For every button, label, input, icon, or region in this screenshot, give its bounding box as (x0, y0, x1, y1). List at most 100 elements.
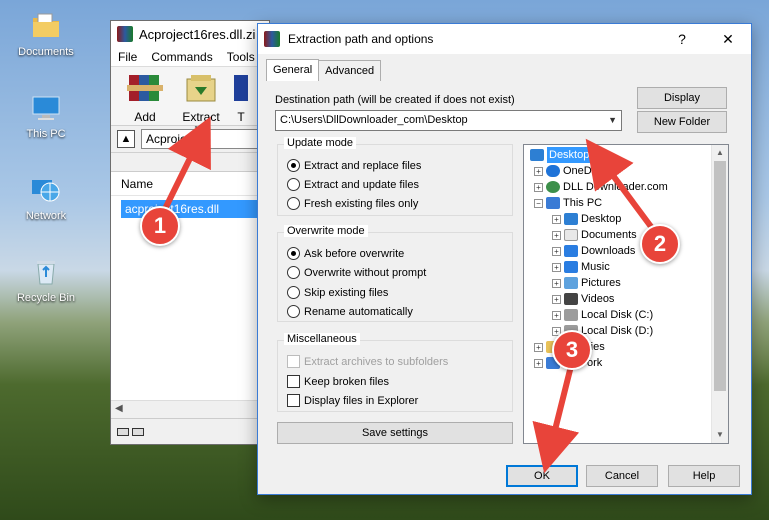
tree-item-documents[interactable]: + Documents (552, 227, 637, 243)
desktop-icon-recycle-bin[interactable]: Recycle Bin (8, 256, 84, 304)
checkbox-keep-broken-files[interactable]: Keep broken files (287, 375, 389, 388)
up-folder-button[interactable]: ▲ (117, 130, 135, 148)
recycle-bin-icon (37, 261, 55, 285)
checkbox-icon[interactable] (287, 355, 300, 368)
radio-icon[interactable] (287, 286, 300, 299)
expand-icon[interactable]: + (552, 246, 561, 256)
tree-item-downloads[interactable]: + Downloads (552, 243, 635, 259)
annotation-badge-1: 1 (140, 206, 180, 246)
menu-commands[interactable]: Commands (144, 50, 219, 64)
tree-item-local-disk-c[interactable]: + Local Disk (C:) (552, 307, 653, 323)
radio-rename-automatically[interactable]: Rename automatically (287, 305, 413, 318)
save-settings-button[interactable]: Save settings (277, 422, 513, 444)
extract-folder-icon (186, 75, 216, 102)
music-note-icon (564, 261, 578, 273)
miscellaneous-group: Miscellaneous Extract archives to subfol… (277, 333, 513, 412)
dialog-titlebar[interactable]: Extraction path and options ? ✕ (258, 24, 751, 54)
radio-skip-existing[interactable]: Skip existing files (287, 286, 388, 299)
radio-extract-and-update[interactable]: Extract and update files (287, 178, 419, 191)
radio-fresh-existing[interactable]: Fresh existing files only (287, 197, 418, 210)
dialog-title: Extraction path and options (288, 32, 434, 46)
checkbox-display-in-explorer[interactable]: Display files in Explorer (287, 394, 418, 407)
tab-advanced[interactable]: Advanced (318, 60, 382, 81)
radio-overwrite-without-prompt[interactable]: Overwrite without prompt (287, 266, 426, 279)
help-title-button[interactable]: ? (659, 24, 705, 54)
option-label: Skip existing files (304, 286, 389, 299)
tree-item-pictures[interactable]: + Pictures (552, 275, 621, 291)
close-button[interactable]: ✕ (705, 24, 751, 54)
menu-tools[interactable]: Tools (220, 50, 262, 64)
radio-icon[interactable] (287, 305, 300, 318)
add-archive-icon (127, 75, 163, 101)
tree-vscrollbar[interactable]: ▲ ▼ (711, 145, 728, 443)
document-icon (564, 229, 578, 241)
radio-icon[interactable] (287, 159, 300, 172)
test-button[interactable]: T (231, 71, 251, 124)
chevron-down-icon[interactable]: ▼ (608, 111, 617, 130)
checkbox-icon[interactable] (287, 375, 300, 388)
radio-icon[interactable] (287, 247, 300, 260)
disk-drive-icon (564, 309, 578, 321)
expand-icon[interactable]: + (534, 166, 543, 176)
expand-icon[interactable]: + (534, 182, 543, 192)
add-button[interactable]: Add (119, 71, 171, 124)
help-button[interactable]: Help (668, 465, 740, 487)
drive-icon (117, 427, 129, 436)
tree-item-label: Music (581, 261, 610, 273)
column-header-name[interactable]: Name (111, 172, 269, 196)
extract-to-button[interactable]: Extract To (175, 71, 227, 138)
group-title: Overwrite mode (284, 225, 368, 237)
tree-item-label: Pictures (581, 277, 621, 289)
scrollbar-thumb[interactable] (714, 161, 726, 391)
expand-icon[interactable]: + (552, 294, 561, 304)
expand-icon[interactable]: + (552, 230, 561, 240)
tree-item-user[interactable]: + DLL Downloader.com (534, 179, 668, 195)
winrar-status-bar (111, 418, 269, 444)
tree-item-this-pc[interactable]: − This PC (534, 195, 602, 211)
radio-ask-before-overwrite[interactable]: Ask before overwrite (287, 247, 404, 260)
destination-path-value: C:\Users\DllDownloader_com\Desktop (280, 114, 468, 126)
tree-item-desktop[interactable]: + Desktop (552, 211, 621, 227)
file-list-hscrollbar[interactable]: ◀ (111, 400, 269, 416)
archive-path-field[interactable]: Acproject16 (141, 129, 263, 149)
display-button[interactable]: Display (637, 87, 727, 109)
option-label: Keep broken files (304, 375, 389, 388)
checkbox-icon[interactable] (287, 394, 300, 407)
radio-extract-and-replace[interactable]: Extract and replace files (287, 159, 421, 172)
tree-item-label: OneDr (563, 165, 596, 177)
expand-icon[interactable]: + (552, 278, 561, 288)
collapse-icon[interactable]: − (534, 198, 543, 208)
desktop-icon-network[interactable]: Network (8, 174, 84, 222)
desktop-icon-label: Documents (18, 46, 74, 58)
scroll-down-icon[interactable]: ▼ (712, 427, 728, 443)
up-arrow-icon: ▲ (120, 133, 132, 145)
expand-icon[interactable]: + (552, 310, 561, 320)
user-icon (546, 181, 560, 193)
expand-icon[interactable]: + (552, 262, 561, 272)
cancel-button[interactable]: Cancel (586, 465, 658, 487)
menu-file[interactable]: File (111, 50, 144, 64)
tab-general[interactable]: General (266, 59, 320, 81)
tree-item-desktop-root[interactable]: Desktop (530, 147, 592, 163)
winrar-titlebar[interactable]: Acproject16res.dll.zi (111, 21, 269, 47)
expand-icon[interactable]: + (534, 342, 543, 352)
tree-item-label: Desktop (547, 147, 592, 163)
computer-icon (32, 96, 60, 120)
documents-folder-icon (33, 13, 59, 37)
desktop-icon-this-pc[interactable]: This PC (8, 92, 84, 140)
new-folder-button[interactable]: New Folder (637, 111, 727, 133)
tree-item-music[interactable]: + Music (552, 259, 610, 275)
tree-item-videos[interactable]: + Videos (552, 291, 614, 307)
radio-icon[interactable] (287, 178, 300, 191)
tree-item-onedrive[interactable]: + OneDr (534, 163, 595, 179)
expand-icon[interactable]: + (552, 214, 561, 224)
ok-button[interactable]: OK (506, 465, 578, 487)
expand-icon[interactable]: + (534, 358, 543, 368)
desktop-icon-documents[interactable]: Documents (8, 10, 84, 58)
checkbox-extract-to-subfolders[interactable]: Extract archives to subfolders (287, 355, 448, 368)
file-row-selected[interactable]: acproject16res.dll (121, 200, 257, 218)
radio-icon[interactable] (287, 266, 300, 279)
radio-icon[interactable] (287, 197, 300, 210)
destination-path-combobox[interactable]: C:\Users\DllDownloader_com\Desktop ▼ (275, 110, 622, 131)
scroll-up-icon[interactable]: ▲ (712, 145, 728, 161)
